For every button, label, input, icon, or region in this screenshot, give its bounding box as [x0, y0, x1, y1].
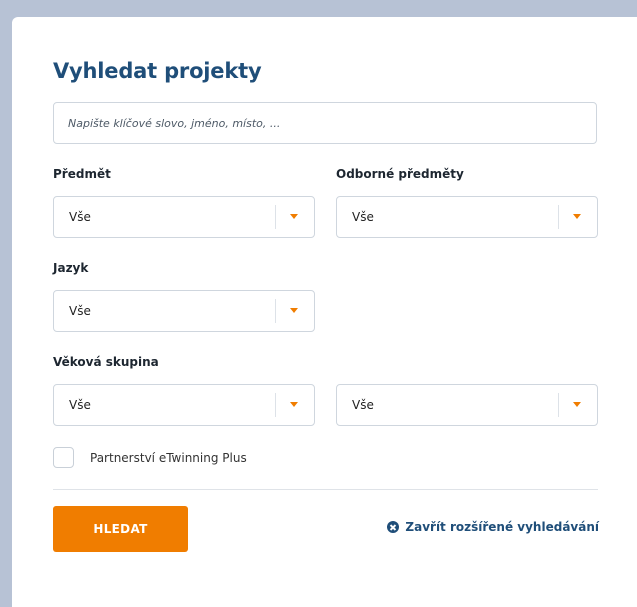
select-divider [275, 299, 276, 323]
divider [53, 489, 598, 490]
select-divider [275, 205, 276, 229]
search-input[interactable] [53, 102, 597, 144]
vocational-subjects-label: Odborné předměty [336, 167, 464, 181]
age-group-from-value: Vše [69, 398, 91, 412]
close-circle-icon [387, 521, 400, 533]
caret-down-icon [573, 214, 581, 219]
age-group-from-select[interactable]: Vše [53, 384, 315, 426]
caret-down-icon [290, 402, 298, 407]
subject-label: Předmět [53, 167, 111, 181]
subject-select-value: Vše [69, 210, 91, 224]
etwinning-plus-label[interactable]: Partnerství eTwinning Plus [90, 451, 247, 465]
search-button[interactable]: HLEDAT [53, 506, 188, 552]
language-select[interactable]: Vše [53, 290, 315, 332]
age-group-to-select[interactable]: Vše [336, 384, 598, 426]
caret-down-icon [573, 402, 581, 407]
vocational-subjects-select[interactable]: Vše [336, 196, 598, 238]
age-group-to-value: Vše [352, 398, 374, 412]
select-divider [558, 205, 559, 229]
select-divider [558, 393, 559, 417]
language-label: Jazyk [53, 261, 89, 275]
caret-down-icon [290, 308, 298, 313]
select-divider [275, 393, 276, 417]
close-advanced-search-link[interactable]: Zavřít rozšířené vyhledávání [387, 520, 599, 534]
language-select-value: Vše [69, 304, 91, 318]
caret-down-icon [290, 214, 298, 219]
age-group-label: Věková skupina [53, 355, 159, 369]
close-advanced-search-label: Zavřít rozšířené vyhledávání [405, 520, 599, 534]
page-title: Vyhledat projekty [53, 59, 262, 83]
vocational-subjects-select-value: Vše [352, 210, 374, 224]
etwinning-plus-checkbox[interactable] [53, 447, 74, 468]
advanced-search-card: Vyhledat projekty Předmět Vše Odborné př… [12, 17, 637, 607]
subject-select[interactable]: Vše [53, 196, 315, 238]
